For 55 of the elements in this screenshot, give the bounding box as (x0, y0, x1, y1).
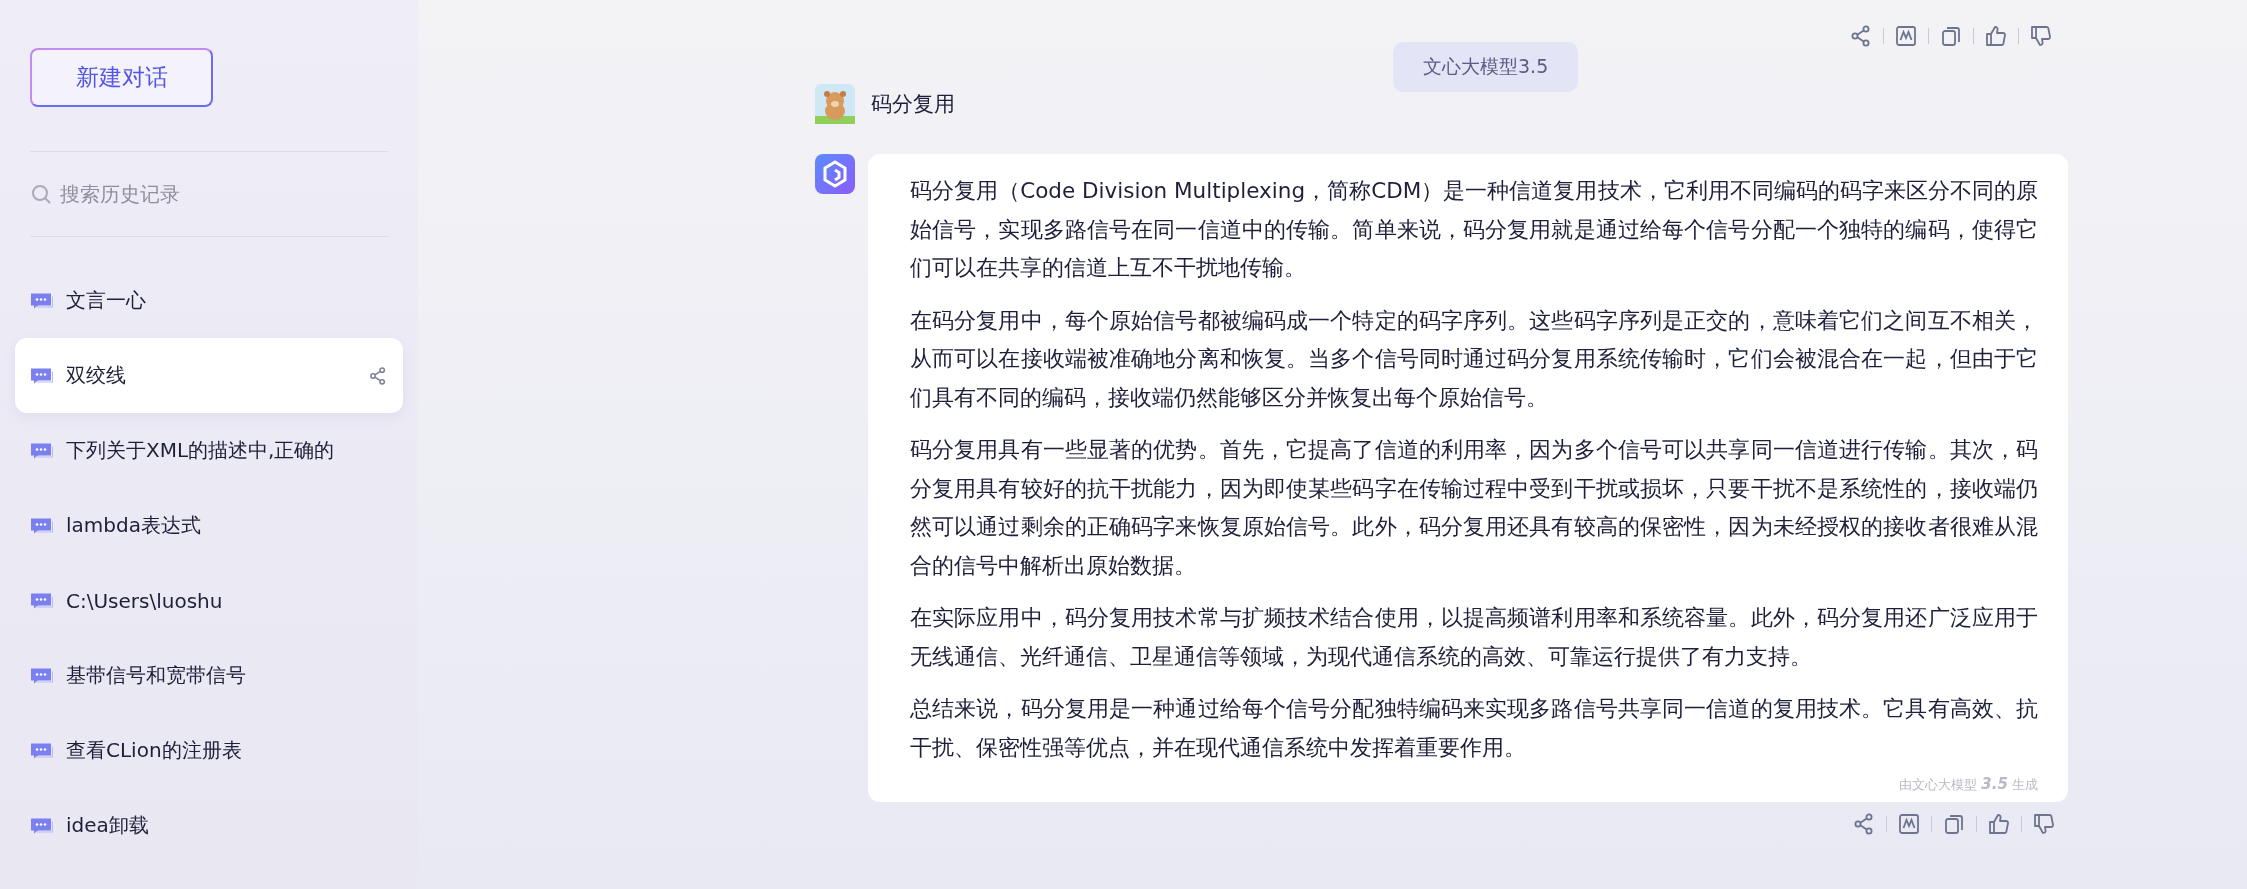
thumbs-up-icon (1987, 812, 2011, 836)
reply-paragraph: 总结来说，码分复用是一种通过给每个信号分配独特编码来实现多路信号共享同一信道的复用技术。它具有高效、抗干扰、保密性强等优点，并在现代通信系统中发挥着重要作用。 (910, 695, 2038, 762)
chart-button[interactable] (1897, 812, 1921, 836)
thumbs-up-button[interactable] (1984, 24, 2008, 48)
history-title: lambda表达式 (66, 512, 202, 539)
chart-button[interactable] (1894, 24, 1918, 48)
history-title: 查看CLion的注册表 (66, 737, 243, 764)
user-message: 码分复用 (871, 91, 955, 118)
history-title: 基带信号和宽带信号 (66, 662, 247, 689)
history-item[interactable]: 下列关于XML的描述中,正确的 (15, 413, 403, 488)
chat-bubble-icon (30, 816, 54, 835)
history-title: idea卸载 (66, 812, 150, 839)
share-button[interactable] (368, 365, 388, 386)
history-title: C:\Users\luoshu (66, 588, 224, 613)
user-avatar-icon (815, 84, 855, 124)
model-badge: 文心大模型3.5 (1393, 42, 1579, 92)
thumbs-up-button[interactable] (1987, 812, 2011, 836)
history-item[interactable]: C:\Users\luoshu (15, 563, 403, 638)
chat-bubble-icon (30, 591, 54, 610)
reply-paragraph: 在码分复用中，每个原始信号都被编码成一个特定的码字序列。这些码字序列是正交的，意味着它们之间互不相关，从而可以在接收端被准确地分离和恢复。当多个信号同时通过码分复用系统传输时，它们会被混合在一起，但由于它们具有不同的编码，接收端仍然能够区分并恢复出每个原始信号。 (910, 306, 2038, 412)
thumbs-down-icon (2029, 24, 2053, 48)
reply-paragraph: 码分复用具有一些显著的优势。首先，它提高了信道的利用率，因为多个信号可以共享同一信道进行传输。其次，码分复用具有较好的抗干扰能力，因为即使某些码字在传输过程中受到干扰或损坏，只要干扰不是系统性的，接收端仍然可以通过剩余的正确码字来恢复原始信号。此外，码分复用还具有较高的保密性，因为未经授权的接收者很难从混合的信号中解析出原始数据。 (910, 436, 2038, 580)
history-title: 双绞线 (66, 362, 127, 389)
history-item[interactable]: idea卸载 (15, 788, 403, 863)
history-title: 文言一心 (66, 287, 147, 314)
chat-bubble-icon (30, 366, 54, 385)
thumbs-down-icon (2032, 812, 2056, 836)
history-item[interactable]: lambda表达式 (15, 488, 403, 563)
history-item[interactable]: 基带信号和宽带信号 (15, 638, 403, 713)
reply-paragraph: 码分复用（Code Division Multiplexing，简称CDM）是一种信道复用技术，它利用不同编码的码字来区分不同的原始信号，实现多路信号在同一信道中的传输。简单来说，码分复用就是通过给每个信号分配一个独特的编码，使得它们可以在共享的信道上互不干扰地传输。 (910, 177, 2038, 282)
history-title: 下列关于XML的描述中,正确的 (66, 437, 336, 464)
history-item[interactable]: 文言一心 (15, 263, 403, 338)
copy-icon (1939, 24, 1963, 48)
thumbs-down-button[interactable] (2032, 812, 2056, 836)
generated-by-note: 由文心大模型 3.5 生成 (1898, 775, 2038, 794)
chat-bubble-icon (30, 741, 54, 760)
chat-bubble-icon (30, 441, 54, 460)
assistant-avatar-icon (815, 154, 855, 194)
search-field[interactable]: 搜索历史记录 (58, 181, 362, 207)
thumbs-up-icon (1984, 24, 2008, 48)
history-item[interactable]: 查看CLion的注册表 (15, 713, 403, 788)
chart-icon (1897, 812, 1921, 836)
thumbs-down-button[interactable] (2029, 24, 2053, 48)
chat-bubble-icon (30, 516, 54, 535)
copy-button[interactable] (1939, 24, 1963, 48)
copy-icon (1942, 812, 1966, 836)
reply-paragraph: 在实际应用中，码分复用技术常与扩频技术结合使用，以提高频谱利用率和系统容量。此外，码分复用还广泛应用于无线通信、光纤通信、卫星通信等领域，为现代通信系统的高效、可靠运行提供了有力支持。 (910, 604, 2038, 671)
chat-bubble-icon (30, 291, 54, 310)
new-chat-button[interactable]: 新建对话 (30, 48, 213, 107)
share-icon (368, 365, 388, 386)
chat-bubble-icon (30, 666, 54, 685)
search-icon (30, 183, 52, 205)
history-item[interactable]: 双绞线 (15, 338, 403, 413)
copy-button[interactable] (1942, 812, 1966, 836)
chart-icon (1894, 24, 1918, 48)
